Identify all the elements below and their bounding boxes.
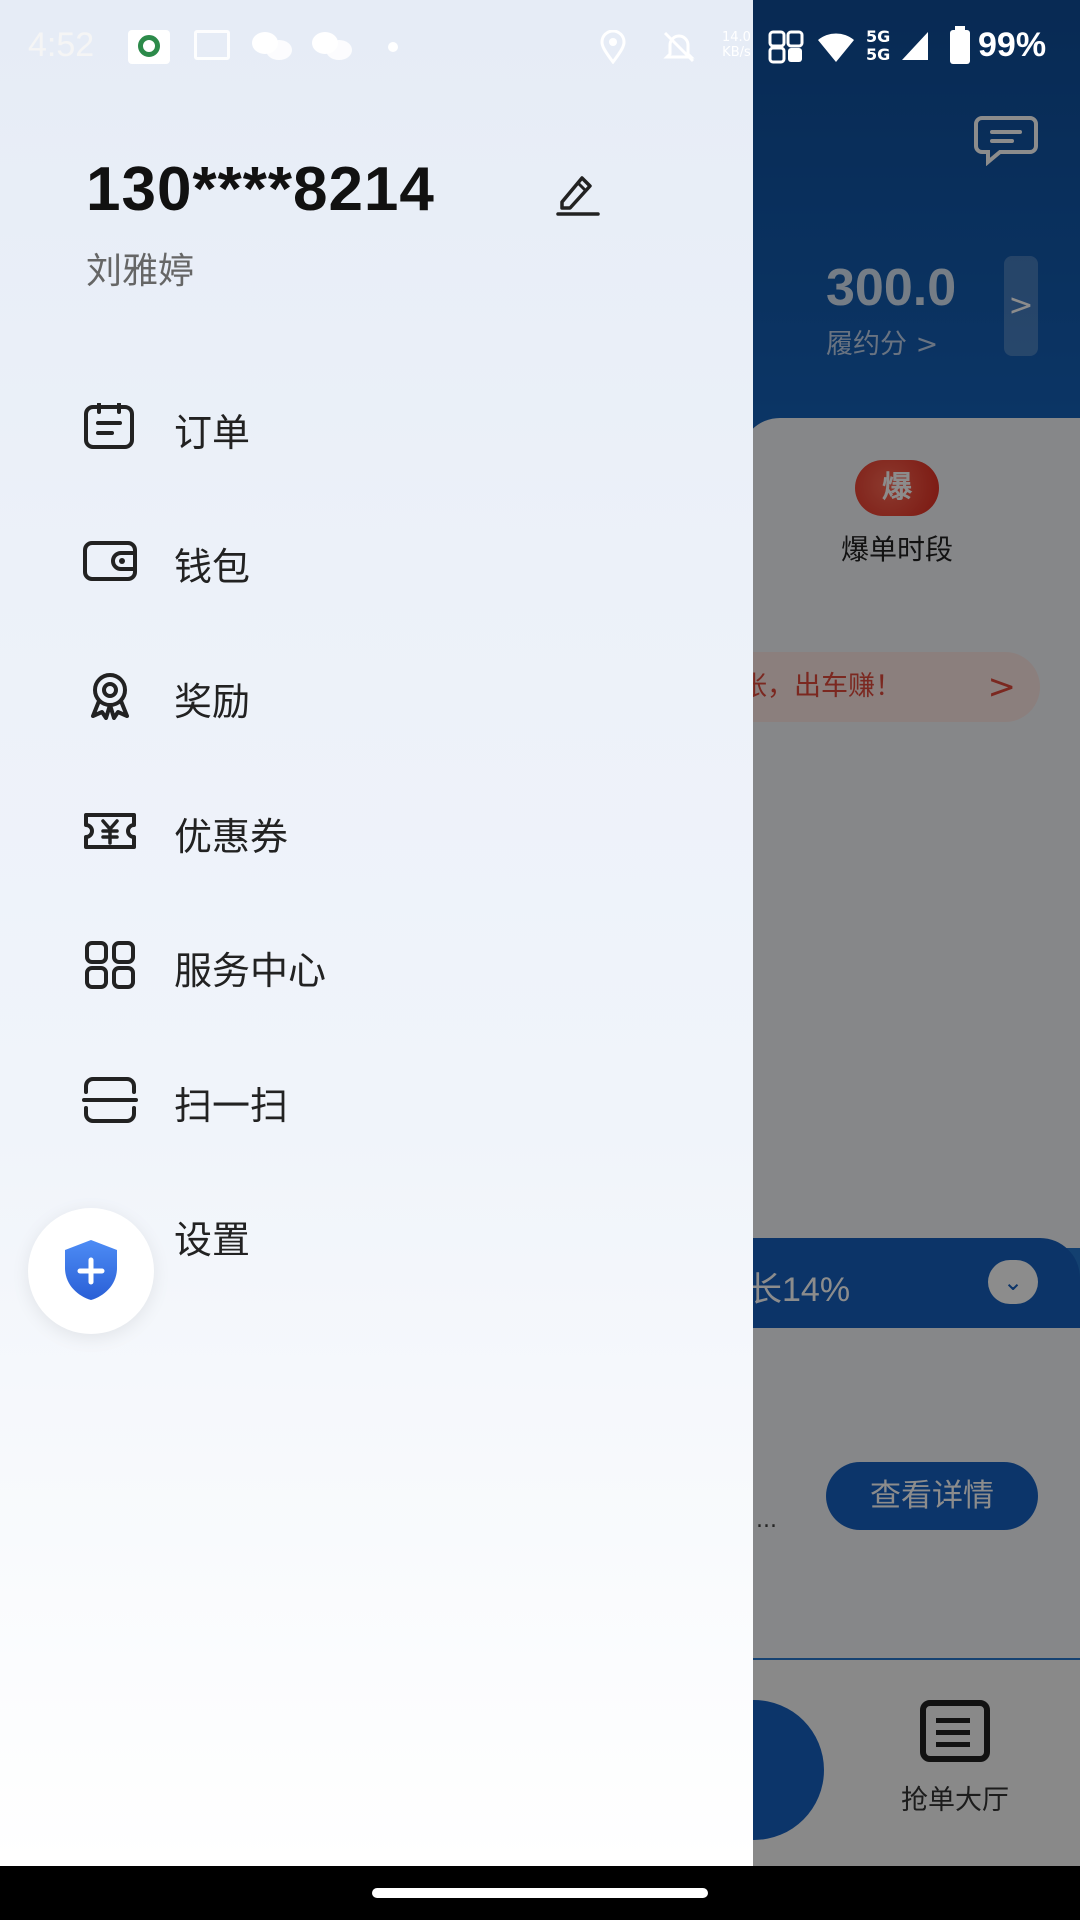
wifi-icon (818, 33, 854, 62)
battery-percent: 99% (978, 26, 1047, 64)
menu-item-coupons[interactable]: 优惠券 (82, 786, 682, 876)
user-name: 刘雅婷 (86, 251, 195, 292)
safety-center-button[interactable] (28, 1208, 154, 1334)
menu-label: 钱包 (174, 545, 251, 589)
menu-item-orders[interactable]: 订单 (82, 382, 682, 472)
service-center-icon (85, 941, 135, 989)
dot-icon (388, 42, 398, 52)
network-speed-unit: KB/s (722, 45, 751, 60)
menu-item-scan[interactable]: 扫一扫 (82, 1055, 682, 1145)
menu-item-rewards[interactable]: 奖励 (82, 651, 682, 741)
shield-plus-icon (65, 1240, 117, 1300)
menu-item-wallet[interactable]: 钱包 (82, 516, 682, 606)
wallet-icon (83, 541, 137, 581)
nfc-icon (768, 30, 804, 64)
order-icon (84, 403, 134, 449)
reward-icon (91, 673, 129, 720)
network-type-bottom: 5G (866, 45, 891, 64)
menu-label: 服务中心 (174, 949, 327, 993)
edit-icon[interactable] (552, 168, 602, 218)
app-notification-icon (128, 30, 170, 64)
scan-icon (82, 1077, 138, 1123)
wechat-icon (312, 30, 352, 60)
wechat-icon (252, 30, 292, 60)
message-icon (194, 30, 230, 60)
menu-item-service-center[interactable]: 服务中心 (82, 920, 682, 1010)
home-indicator[interactable] (372, 1888, 708, 1898)
network-type-top: 5G (866, 27, 891, 46)
menu-label: 订单 (174, 411, 251, 455)
status-bar: 4:52 14.0 KB/s 5G 5G 99% (0, 0, 1080, 92)
coupon-icon (84, 813, 136, 849)
network-speed: 14.0 KB/s (722, 30, 751, 60)
network-type: 5G 5G (866, 28, 890, 64)
navigation-bar (0, 1866, 1080, 1920)
menu-item-settings[interactable]: 设置 (82, 1189, 682, 1279)
location-icon (600, 30, 626, 64)
menu-label: 奖励 (174, 680, 251, 724)
user-phone: 130****8214 (86, 155, 435, 224)
side-drawer: 130****8214 刘雅婷 订单 钱包 奖励 优惠券 服务中心 扫一扫 设置 (0, 0, 753, 1866)
battery-icon (950, 26, 970, 64)
status-time: 4:52 (28, 26, 95, 64)
menu-label: 扫一扫 (174, 1084, 289, 1128)
mute-icon (663, 31, 695, 63)
menu-label: 优惠券 (174, 815, 289, 859)
signal-icon (902, 32, 928, 60)
network-speed-value: 14.0 (722, 30, 751, 45)
menu-label: 设置 (174, 1218, 251, 1262)
